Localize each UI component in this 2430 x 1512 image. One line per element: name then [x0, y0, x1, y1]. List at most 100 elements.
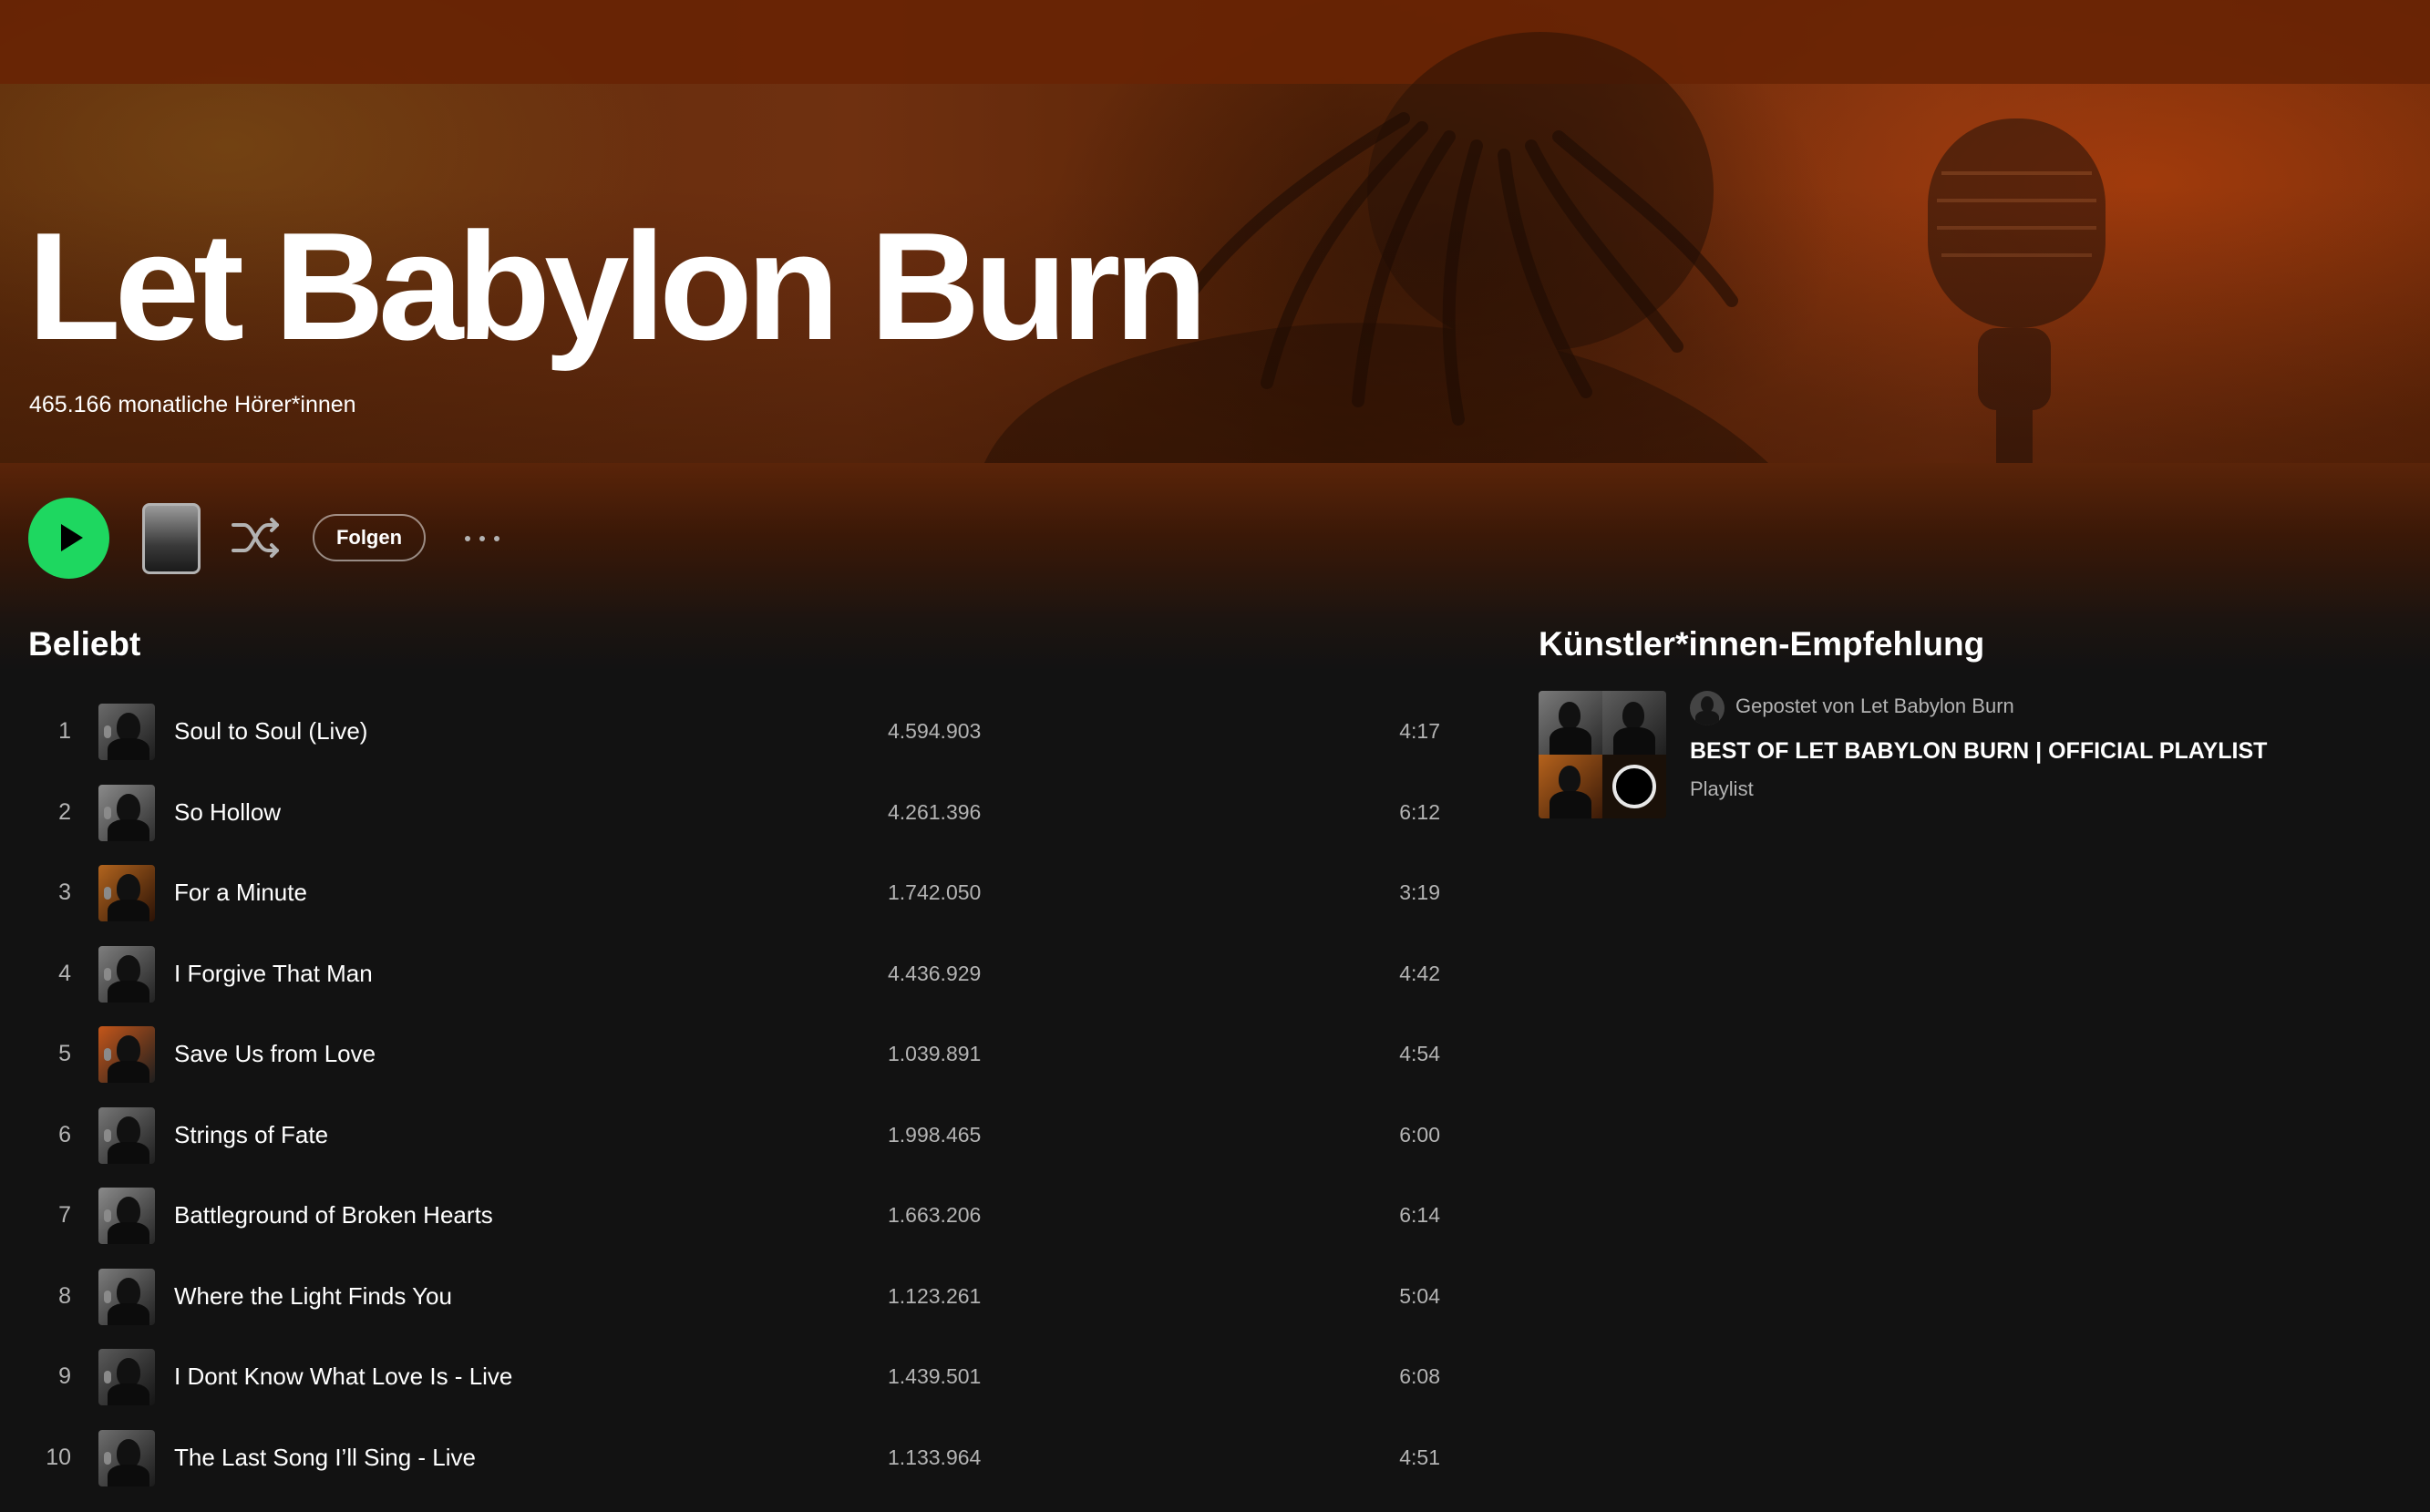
- artist-page: Let Babylon Burn 465.166 monatliche Höre…: [0, 0, 2430, 1512]
- track-title[interactable]: So Hollow: [174, 772, 281, 853]
- track-title[interactable]: Where the Light Finds You: [174, 1256, 452, 1337]
- track-cover: [98, 1188, 155, 1244]
- track-cover: [98, 865, 155, 921]
- playlist-cover: [1539, 691, 1666, 818]
- track-duration: 4:42: [1399, 961, 1440, 985]
- cover-figure: [108, 738, 149, 760]
- track-play-count: 4.261.396: [888, 799, 982, 824]
- cover-figure: [117, 1277, 140, 1307]
- shuffle-icon: [232, 518, 279, 558]
- track-number: 4: [58, 960, 71, 986]
- track-play-count: 1.123.261: [888, 1283, 982, 1308]
- track-cover: [98, 1268, 155, 1325]
- cover-figure: [108, 1222, 149, 1244]
- track-play-count: 4.594.903: [888, 719, 982, 743]
- track-number: 3: [58, 879, 71, 905]
- track-title[interactable]: The Last Song I’ll Sing - Live: [174, 1417, 476, 1498]
- cover-figure: [104, 1451, 111, 1465]
- track-title[interactable]: For a Minute: [174, 852, 307, 933]
- track-duration: 4:54: [1399, 1042, 1440, 1065]
- track-number: 6: [58, 1121, 71, 1147]
- artist-name: Let Babylon Burn: [27, 201, 1208, 372]
- cover-tile: [1539, 691, 1602, 755]
- track-title[interactable]: Save Us from Love: [174, 1013, 376, 1095]
- avatar: [1690, 691, 1725, 725]
- popular-section-title: Beliebt: [28, 625, 141, 663]
- track-row[interactable]: 10 The Last Song I’ll Sing - Live 1.133.96…: [27, 1417, 1473, 1498]
- cover-figure: [104, 725, 111, 738]
- artist-pick-name[interactable]: BEST OF LET BABYLON BURN | OFFICIAL PLAY…: [1690, 738, 2267, 765]
- artist-pick-card[interactable]: Gepostet von Let Babylon Burn BEST OF LE…: [1539, 691, 2359, 818]
- action-bar-background: [0, 463, 2430, 673]
- more-dot: [494, 536, 499, 541]
- track-play-count: 1.742.050: [888, 880, 982, 904]
- track-number: 10: [46, 1444, 71, 1470]
- track-play-count: 1.663.206: [888, 1203, 982, 1227]
- cover-figure: [117, 1116, 140, 1146]
- cover-figure: [104, 1048, 111, 1061]
- track-number: 5: [58, 1041, 71, 1066]
- cover-figure: [1559, 702, 1581, 729]
- follow-button[interactable]: Folgen: [313, 514, 426, 561]
- track-row[interactable]: 5 Save Us from Love 1.039.891 4:54: [27, 1013, 1473, 1095]
- track-title[interactable]: Strings of Fate: [174, 1095, 328, 1176]
- track-cover: [98, 1429, 155, 1486]
- track-row[interactable]: 9 I Dont Know What Love Is - Live 1.439.50…: [27, 1336, 1473, 1417]
- cover-figure: [1559, 766, 1581, 793]
- cover-tile: [1539, 755, 1602, 818]
- track-play-count: 1.439.501: [888, 1364, 982, 1388]
- track-row[interactable]: 6 Strings of Fate 1.998.465 6:00: [27, 1095, 1473, 1176]
- cover-figure: [108, 1302, 149, 1325]
- track-duration: 6:14: [1399, 1203, 1440, 1227]
- cover-figure: [108, 900, 149, 921]
- monthly-listeners: 465.166 monatliche Hörer*innen: [29, 392, 356, 417]
- track-title[interactable]: I Forgive That Man: [174, 933, 373, 1014]
- track-number: 2: [58, 798, 71, 825]
- track-number: 1: [58, 718, 71, 744]
- cover-figure: [104, 1371, 111, 1383]
- track-number: 9: [58, 1363, 71, 1389]
- track-duration: 6:08: [1399, 1364, 1440, 1388]
- track-row[interactable]: 2 So Hollow 4.261.396 6:12: [27, 772, 1473, 853]
- latest-release-thumbnail[interactable]: [142, 503, 201, 574]
- avatar-figure: [1695, 711, 1719, 725]
- track-cover: [98, 1026, 155, 1083]
- play-button[interactable]: [28, 498, 109, 579]
- track-number: 7: [58, 1202, 71, 1228]
- shuffle-button[interactable]: [232, 516, 281, 560]
- cover-figure: [104, 806, 111, 819]
- track-title[interactable]: I Dont Know What Love Is - Live: [174, 1336, 512, 1417]
- track-row[interactable]: 7 Battleground of Broken Hearts 1.663.206 6…: [27, 1175, 1473, 1256]
- cover-figure: [1550, 727, 1591, 755]
- cover-figure: [117, 793, 140, 823]
- track-duration: 5:04: [1399, 1283, 1440, 1308]
- popular-track-list: 1 Soul to Soul (Live) 4.594.903 4:17 2 So Hol…: [27, 691, 1473, 1497]
- track-cover: [98, 784, 155, 841]
- track-duration: 6:12: [1399, 799, 1440, 824]
- artist-pick-type: Playlist: [1690, 777, 1754, 800]
- track-duration: 3:19: [1399, 880, 1440, 904]
- cover-figure: [104, 967, 111, 981]
- track-title[interactable]: Battleground of Broken Hearts: [174, 1175, 493, 1256]
- track-play-count: 4.436.929: [888, 961, 982, 985]
- cover-figure: [104, 1290, 111, 1303]
- cover-tile: [1602, 691, 1666, 755]
- posted-by-label: Gepostet von Let Babylon Burn: [1735, 694, 2014, 717]
- artist-pick-title: Künstler*innen-Empfehlung: [1539, 625, 1985, 663]
- cover-figure: [108, 818, 149, 841]
- cover-figure: [108, 980, 149, 1003]
- track-cover: [98, 1349, 155, 1405]
- track-play-count: 1.998.465: [888, 1122, 982, 1147]
- track-title[interactable]: Soul to Soul (Live): [174, 691, 367, 772]
- cover-figure: [117, 954, 140, 984]
- track-row[interactable]: 4 I Forgive That Man 4.436.929 4:42: [27, 933, 1473, 1014]
- track-row[interactable]: 8 Where the Light Finds You 1.123.261 5:04: [27, 1256, 1473, 1337]
- cover-figure: [108, 1061, 149, 1083]
- more-options-button[interactable]: [459, 523, 505, 554]
- cover-figure: [108, 1141, 149, 1164]
- track-duration: 4:51: [1399, 1445, 1440, 1469]
- track-number: 8: [58, 1282, 71, 1309]
- track-row[interactable]: 1 Soul to Soul (Live) 4.594.903 4:17: [27, 691, 1473, 772]
- track-row[interactable]: 3 For a Minute 1.742.050 3:19: [27, 852, 1473, 933]
- cover-figure: [104, 1209, 111, 1222]
